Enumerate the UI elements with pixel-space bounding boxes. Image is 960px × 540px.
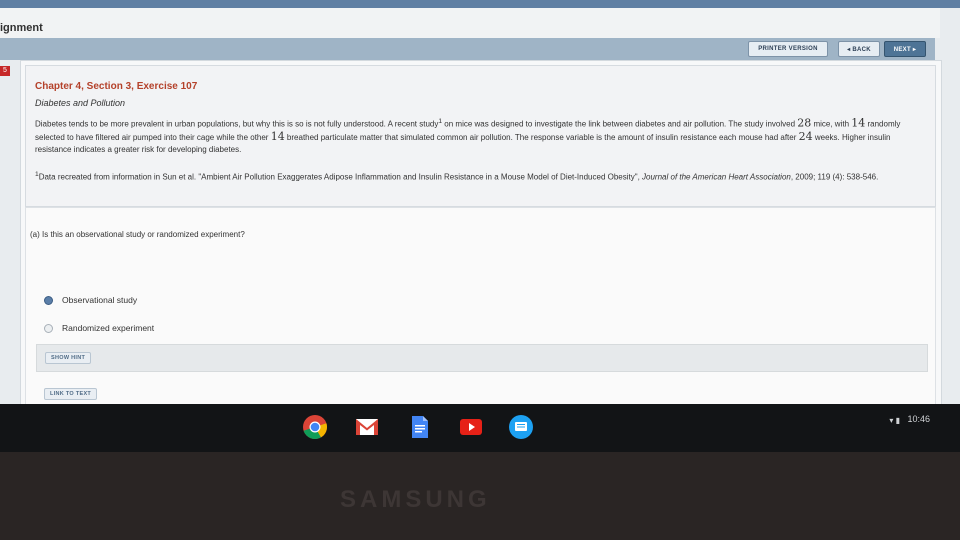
hint-bar: SHOW HINT (36, 344, 928, 372)
option-randomized[interactable]: Randomized experiment (44, 323, 154, 333)
chromeos-shelf: ▾ ▮ 10:46 (0, 404, 960, 452)
top-strip (0, 0, 960, 8)
status-icons[interactable]: ▾ ▮ (889, 416, 900, 425)
assignment-title: ignment (0, 22, 43, 34)
content-panel: Chapter 4, Section 3, Exercise 107 Diabe… (20, 60, 942, 412)
option-observational[interactable]: Observational study (44, 295, 137, 305)
exercise-title: Chapter 4, Section 3, Exercise 107 (35, 81, 198, 92)
back-button[interactable]: ◂ BACK (838, 41, 880, 57)
chrome-icon[interactable] (302, 414, 328, 440)
show-hint-button[interactable]: SHOW HINT (45, 352, 92, 364)
screen: ignment PRINTER VERSION ◂ BACK NEXT ▸ 5 … (0, 0, 960, 420)
question-text: (a) Is this an observational study or ra… (30, 230, 245, 239)
page-header: ignment (0, 8, 940, 38)
problem-statement: Chapter 4, Section 3, Exercise 107 Diabe… (25, 65, 936, 207)
gmail-icon[interactable] (354, 414, 380, 440)
samsung-logo: SAMSUNG (340, 486, 491, 513)
docs-icon[interactable] (406, 414, 432, 440)
radio-randomized[interactable] (44, 323, 53, 333)
question-box: (a) Is this an observational study or ra… (25, 207, 936, 409)
next-button[interactable]: NEXT ▸ (884, 41, 926, 57)
printer-version-button[interactable]: PRINTER VERSION (748, 41, 828, 57)
link-to-text-button[interactable]: LINK TO TEXT (44, 388, 98, 400)
footnote: 1Data recreated from information in Sun … (35, 171, 879, 182)
youtube-icon[interactable] (458, 414, 484, 440)
question-number-badge: 5 (0, 66, 10, 76)
messages-icon[interactable] (508, 414, 534, 440)
clock[interactable]: 10:46 (907, 414, 930, 424)
option-label: Observational study (62, 295, 138, 305)
exercise-subtitle: Diabetes and Pollution (35, 98, 126, 108)
radio-observational[interactable] (44, 295, 53, 305)
nav-bar: PRINTER VERSION ◂ BACK NEXT ▸ (0, 38, 935, 60)
option-label: Randomized experiment (62, 323, 155, 333)
problem-paragraph: Diabetes tends to be more prevalent in u… (35, 116, 901, 154)
